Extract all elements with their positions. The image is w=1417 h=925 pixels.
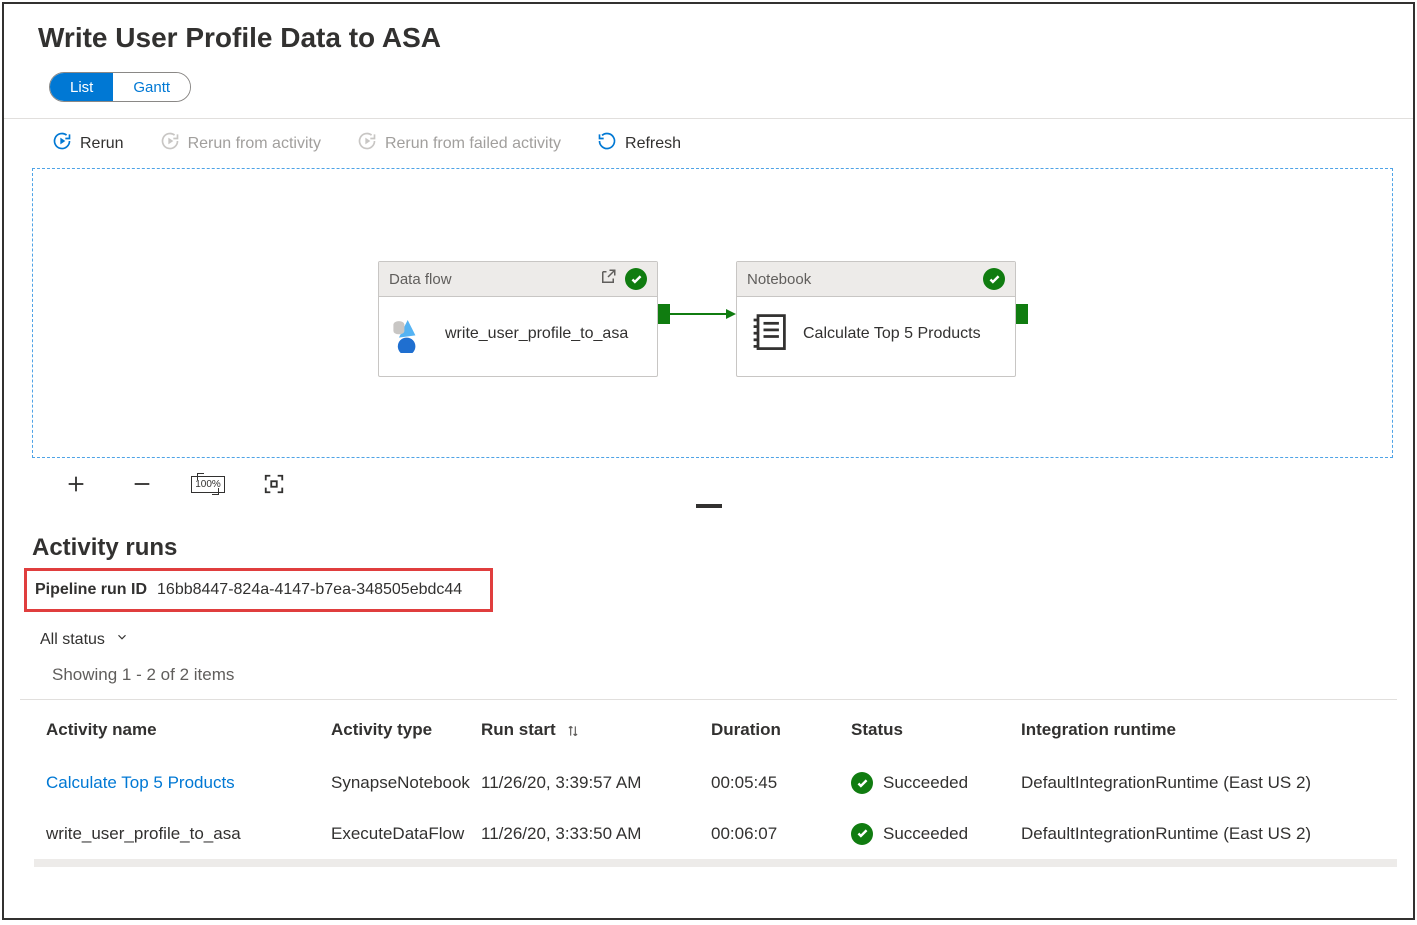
view-gantt-button[interactable]: Gantt: [113, 73, 190, 101]
col-status[interactable]: Status: [841, 700, 1011, 758]
view-list-button[interactable]: List: [50, 73, 113, 101]
activity-name: write_user_profile_to_asa: [445, 323, 628, 345]
horizontal-scrollbar[interactable]: [34, 859, 1397, 867]
cell-activity-type: ExecuteDataFlow: [321, 809, 471, 860]
pipeline-run-id-row: Pipeline run ID 16bb8447-824a-4147-b7ea-…: [24, 568, 493, 612]
cell-integration-runtime: DefaultIntegrationRuntime (East US 2): [1011, 758, 1397, 809]
rerun-from-activity-button: Rerun from activity: [160, 131, 321, 156]
page-title: Write User Profile Data to ASA: [4, 4, 1413, 72]
rerun-icon: [160, 131, 180, 156]
refresh-label: Refresh: [625, 135, 681, 153]
chevron-down-icon: [115, 630, 129, 649]
col-integration-runtime[interactable]: Integration runtime: [1011, 700, 1397, 758]
pipeline-run-id-value: 16bb8447-824a-4147-b7ea-348505ebdc44: [157, 581, 462, 599]
pipeline-run-id-label: Pipeline run ID: [35, 581, 147, 599]
pane-resize-handle[interactable]: [696, 504, 722, 508]
status-success-icon: [851, 772, 873, 794]
activity-type-label: Data flow: [389, 271, 452, 288]
rerun-button[interactable]: Rerun: [52, 131, 124, 156]
col-run-start[interactable]: Run start: [471, 700, 701, 758]
cell-status: Succeeded: [841, 809, 1011, 860]
col-duration[interactable]: Duration: [701, 700, 841, 758]
cell-status: Succeeded: [841, 758, 1011, 809]
cell-integration-runtime: DefaultIntegrationRuntime (East US 2): [1011, 809, 1397, 860]
zoom-out-button[interactable]: [130, 472, 154, 496]
activity-runs-heading: Activity runs: [4, 516, 1413, 568]
cell-duration: 00:05:45: [701, 758, 841, 809]
view-toggle: List Gantt: [49, 72, 191, 102]
table-header-row: Activity name Activity type Run start Du…: [36, 700, 1397, 758]
activity-dataflow[interactable]: Data flow write_user_profile_to_asa: [378, 261, 658, 377]
pipeline-canvas[interactable]: Data flow write_user_profile_to_asa: [32, 168, 1393, 458]
rerun-from-failed-button: Rerun from failed activity: [357, 131, 561, 156]
sort-icon: [560, 720, 580, 739]
activity-name: Calculate Top 5 Products: [803, 323, 981, 345]
col-activity-type[interactable]: Activity type: [321, 700, 471, 758]
activity-runs-table: Activity name Activity type Run start Du…: [36, 700, 1397, 859]
rerun-icon: [52, 131, 72, 156]
cell-activity-type: SynapseNotebook: [321, 758, 471, 809]
status-success-icon: [983, 268, 1005, 290]
zoom-fit-button[interactable]: [262, 472, 286, 496]
refresh-button[interactable]: Refresh: [597, 131, 681, 156]
cell-duration: 00:06:07: [701, 809, 841, 860]
cell-run-start: 11/26/20, 3:33:50 AM: [471, 809, 701, 860]
table-row: Calculate Top 5 ProductsSynapseNotebook1…: [36, 758, 1397, 809]
status-filter-label: All status: [40, 631, 105, 649]
dataflow-icon: [389, 309, 433, 358]
rerun-from-activity-label: Rerun from activity: [188, 135, 321, 153]
activity-type-label: Notebook: [747, 271, 811, 288]
zoom-level-label: 100%: [191, 476, 225, 493]
status-success-icon: [851, 823, 873, 845]
cell-run-start: 11/26/20, 3:39:57 AM: [471, 758, 701, 809]
col-activity-name[interactable]: Activity name: [36, 700, 321, 758]
refresh-icon: [597, 131, 617, 156]
zoom-in-button[interactable]: [64, 472, 88, 496]
status-filter-dropdown[interactable]: All status: [40, 630, 129, 649]
status-success-icon: [625, 268, 647, 290]
cell-activity-name: write_user_profile_to_asa: [36, 809, 321, 860]
toolbar: Rerun Rerun from activity Rerun from fai…: [4, 119, 1413, 168]
cell-activity-name[interactable]: Calculate Top 5 Products: [36, 758, 321, 809]
rerun-from-failed-label: Rerun from failed activity: [385, 135, 561, 153]
zoom-reset-button[interactable]: 100%: [196, 472, 220, 496]
showing-count: Showing 1 - 2 of 2 items: [4, 655, 1413, 695]
activity-notebook[interactable]: Notebook Calculate Top 5 Products: [736, 261, 1016, 377]
open-external-icon[interactable]: [599, 268, 617, 290]
table-row: write_user_profile_to_asaExecuteDataFlow…: [36, 809, 1397, 860]
canvas-controls: 100%: [4, 458, 1413, 502]
rerun-label: Rerun: [80, 135, 124, 153]
notebook-icon: [747, 309, 791, 358]
rerun-icon: [357, 131, 377, 156]
